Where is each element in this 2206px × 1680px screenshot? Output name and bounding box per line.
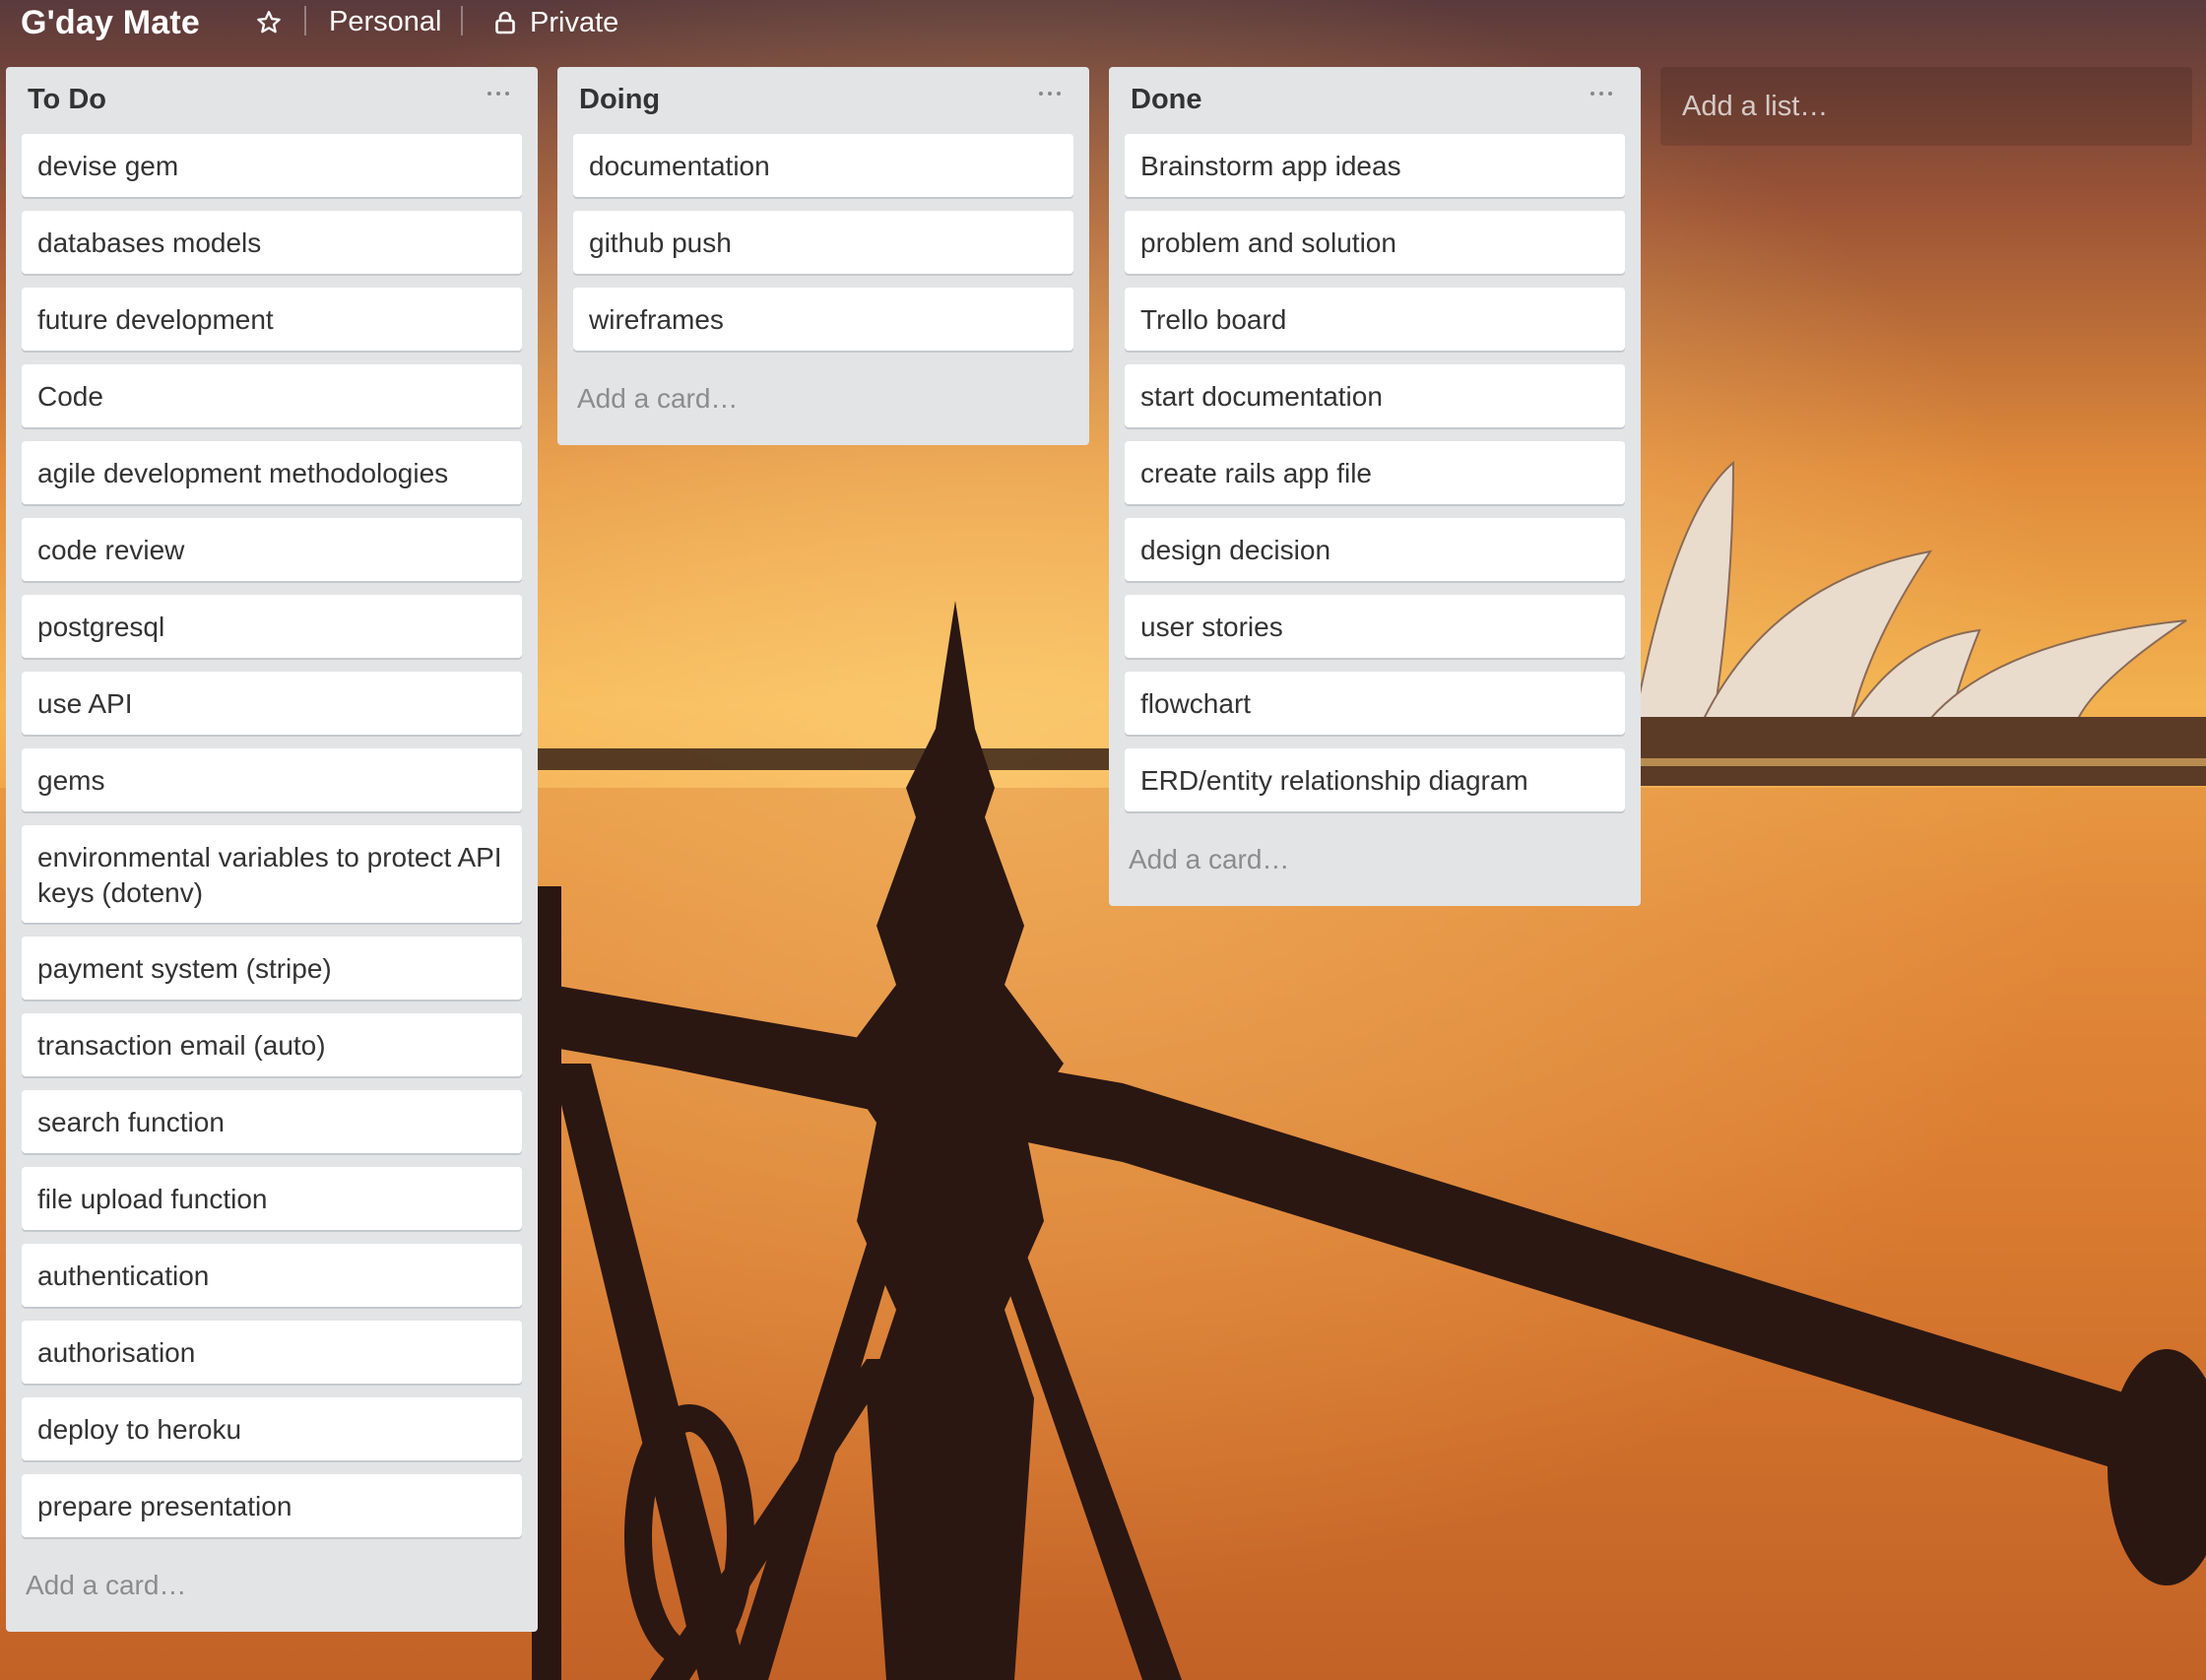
add-list-button[interactable]: Add a list… (1660, 67, 2192, 146)
card[interactable]: file upload function (22, 1167, 522, 1230)
card[interactable]: design decision (1125, 518, 1625, 581)
list-menu-button[interactable] (481, 79, 516, 108)
card[interactable]: code review (22, 518, 522, 581)
list-title[interactable]: To Do (28, 84, 106, 116)
list-menu-button[interactable] (1032, 79, 1068, 108)
card[interactable]: user stories (1125, 595, 1625, 658)
card[interactable]: Trello board (1125, 288, 1625, 351)
card[interactable]: devise gem (22, 134, 522, 197)
card[interactable]: transaction email (auto) (22, 1013, 522, 1076)
card[interactable]: Code (22, 364, 522, 427)
card[interactable]: postgresql (22, 595, 522, 658)
card[interactable]: prepare presentation (22, 1474, 522, 1537)
card[interactable]: use API (22, 672, 522, 735)
star-board-button[interactable] (252, 6, 286, 39)
card[interactable]: future development (22, 288, 522, 351)
card[interactable]: payment system (stripe) (22, 937, 522, 1000)
more-horizontal-icon (487, 92, 509, 96)
board-header: G'day Mate Personal Private (0, 0, 2206, 45)
card[interactable]: problem and solution (1125, 211, 1625, 274)
card[interactable]: authentication (22, 1244, 522, 1307)
card[interactable]: databases models (22, 211, 522, 274)
header-separator (304, 6, 306, 35)
list-header: Doing (557, 67, 1089, 134)
card[interactable]: search function (22, 1090, 522, 1153)
card[interactable]: Brainstorm app ideas (1125, 134, 1625, 197)
card[interactable]: wireframes (573, 288, 1073, 351)
card[interactable]: github push (573, 211, 1073, 274)
more-horizontal-icon (1590, 92, 1612, 96)
add-card-button[interactable]: Add a card… (557, 364, 1089, 445)
add-card-button[interactable]: Add a card… (1109, 825, 1641, 906)
list-header: Done (1109, 67, 1641, 134)
visibility-label: Private (530, 7, 619, 38)
card[interactable]: gems (22, 748, 522, 811)
card[interactable]: documentation (573, 134, 1073, 197)
card[interactable]: flowchart (1125, 672, 1625, 735)
visibility-button[interactable]: Private (483, 0, 630, 45)
list-menu-button[interactable] (1584, 79, 1619, 108)
list-to-do: To Do devise gem databases models future… (6, 67, 538, 1632)
list-title[interactable]: Doing (579, 84, 660, 116)
card[interactable]: create rails app file (1125, 441, 1625, 504)
card-list: devise gem databases models future devel… (6, 134, 538, 1537)
card[interactable]: ERD/entity relationship diagram (1125, 748, 1625, 811)
card[interactable]: deploy to heroku (22, 1397, 522, 1460)
list-doing: Doing documentation github push wirefram… (557, 67, 1089, 445)
header-separator (461, 6, 463, 35)
list-header: To Do (6, 67, 538, 134)
add-card-button[interactable]: Add a card… (6, 1551, 538, 1632)
card-list: documentation github push wireframes (557, 134, 1089, 351)
team-button[interactable]: Personal (317, 0, 453, 45)
card[interactable]: environmental variables to protect API k… (22, 825, 522, 923)
card[interactable]: agile development methodologies (22, 441, 522, 504)
card-list: Brainstorm app ideas problem and solutio… (1109, 134, 1641, 811)
list-title[interactable]: Done (1131, 84, 1202, 116)
star-outline-icon (257, 11, 281, 33)
more-horizontal-icon (1039, 92, 1061, 96)
card[interactable]: start documentation (1125, 364, 1625, 427)
list-done: Done Brainstorm app ideas problem and so… (1109, 67, 1641, 906)
lock-icon (495, 11, 515, 34)
card[interactable]: authorisation (22, 1321, 522, 1384)
board-title[interactable]: G'day Mate (21, 0, 200, 45)
